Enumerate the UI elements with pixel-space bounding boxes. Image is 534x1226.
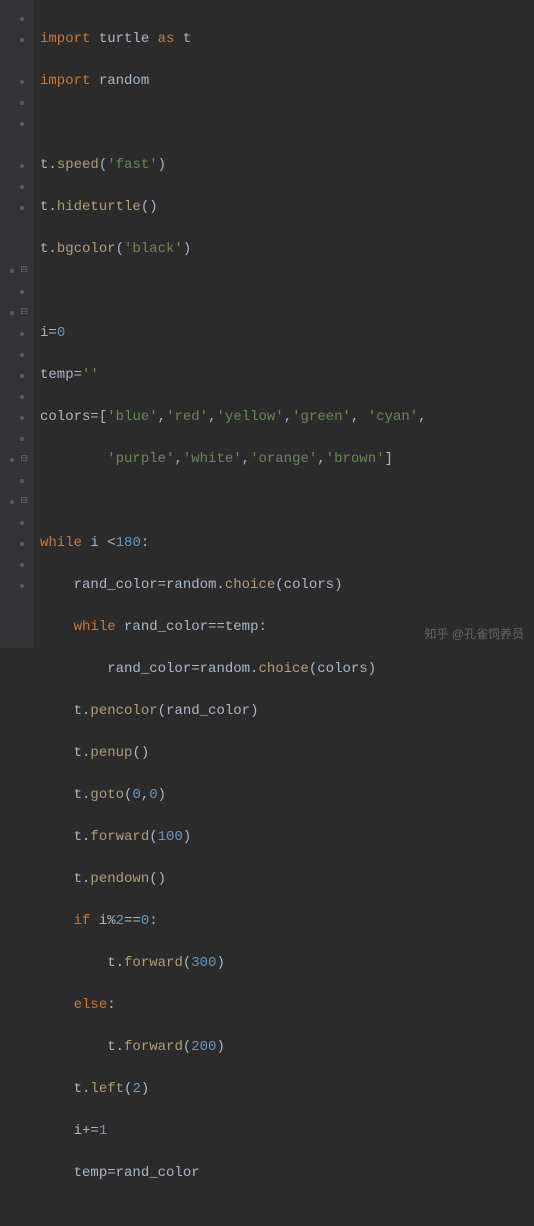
- code-line: colors=['blue','red','yellow','green', '…: [40, 407, 534, 428]
- code-line: t.penup(): [40, 743, 534, 764]
- code-line: temp=rand_color: [40, 1163, 534, 1184]
- code-line: rand_color=random.choice(colors): [40, 659, 534, 680]
- code-line: t.hideturtle(): [40, 197, 534, 218]
- code-line: 'purple','white','orange','brown']: [40, 449, 534, 470]
- code-line: t.goto(0,0): [40, 785, 534, 806]
- code-line: i+=1: [40, 1121, 534, 1142]
- code-line: t.forward(200): [40, 1037, 534, 1058]
- code-line: t.forward(300): [40, 953, 534, 974]
- watermark: 知乎 @孔雀饲养员: [424, 625, 524, 642]
- code-line: t.forward(100): [40, 827, 534, 848]
- code-editor: ⊟ ⊟ ⊟ ⊟ import turtle as t import random…: [0, 0, 534, 648]
- code-area[interactable]: import turtle as t import random t.speed…: [34, 0, 534, 648]
- code-line: rand_color=random.choice(colors): [40, 575, 534, 596]
- code-line: while i <180:: [40, 533, 534, 554]
- code-line: import turtle as t: [40, 29, 534, 50]
- code-line: t.pencolor(rand_color): [40, 701, 534, 722]
- code-line: i=0: [40, 323, 534, 344]
- fold-icon[interactable]: ⊟: [20, 266, 28, 275]
- code-line: [40, 113, 534, 134]
- fold-icon[interactable]: ⊟: [20, 455, 28, 464]
- code-line: t.bgcolor('black'): [40, 239, 534, 260]
- code-line: if i%2==0:: [40, 911, 534, 932]
- code-line: [40, 491, 534, 512]
- fold-icon[interactable]: ⊟: [20, 308, 28, 317]
- code-line: temp='': [40, 365, 534, 386]
- code-line: import random: [40, 71, 534, 92]
- gutter: ⊟ ⊟ ⊟ ⊟: [0, 0, 34, 648]
- code-line: t.speed('fast'): [40, 155, 534, 176]
- code-line: else:: [40, 995, 534, 1016]
- fold-icon[interactable]: ⊟: [20, 497, 28, 506]
- code-line: t.pendown(): [40, 869, 534, 890]
- code-line: t.left(2): [40, 1079, 534, 1100]
- code-line: [40, 281, 534, 302]
